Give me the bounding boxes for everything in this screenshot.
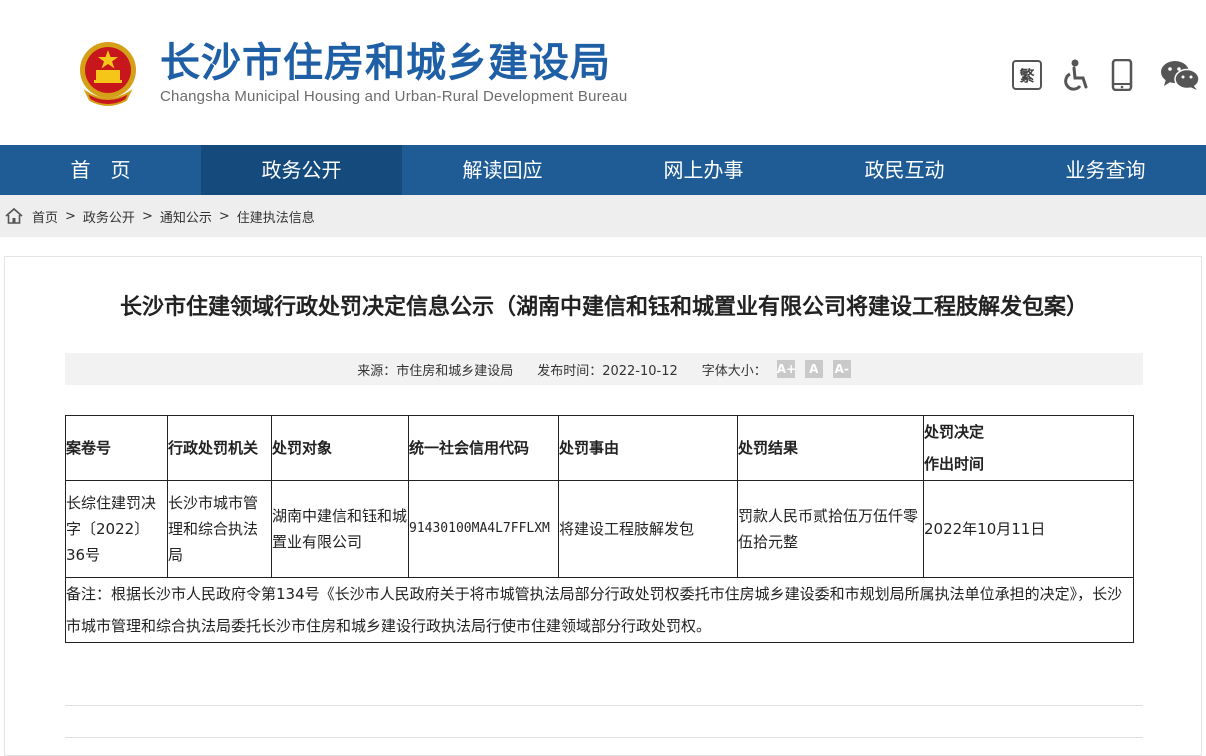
- traditional-chinese-icon[interactable]: 繁: [1012, 60, 1042, 90]
- cell-target: 湖南中建信和钰和城置业有限公司: [271, 480, 409, 578]
- font-size-decrease-button[interactable]: A-: [832, 360, 851, 378]
- font-size-label: 字体大小：: [701, 363, 767, 379]
- header-credit-code: 统一社会信用代码: [408, 415, 559, 481]
- article-publish-time: 发布时间：2022-10-12: [537, 363, 678, 379]
- header-reason: 处罚事由: [558, 415, 738, 481]
- breadcrumb-home[interactable]: 首页: [32, 207, 58, 226]
- breadcrumb: 首页 > 政务公开 > 通知公示 > 住建执法信息: [0, 195, 1206, 237]
- breadcrumb-separator: >: [218, 208, 230, 224]
- main-nav: 首 页 政务公开 解读回应 网上办事 政民互动 业务查询: [0, 145, 1206, 195]
- breadcrumb-notices[interactable]: 通知公示: [160, 207, 212, 226]
- font-size-increase-button[interactable]: A+: [776, 360, 796, 378]
- header-decision-date-line2: 作出时间: [924, 455, 985, 473]
- mobile-icon[interactable]: [1108, 58, 1136, 92]
- nav-item-public-interaction[interactable]: 政民互动: [804, 145, 1005, 195]
- divider: [65, 705, 1143, 706]
- table-row: 长综住建罚决字〔2022〕36号 长沙市城市管理和综合执法局 湖南中建信和钰和城…: [65, 480, 1134, 578]
- breadcrumb-enforcement-info[interactable]: 住建执法信息: [237, 207, 315, 226]
- article-meta-bar: 来源：市住房和城乡建设局 发布时间：2022-10-12 字体大小： A+ A …: [65, 353, 1143, 385]
- site-header: 长沙市住房和城乡建设局 Changsha Municipal Housing a…: [0, 0, 1206, 145]
- table-header-row: 案卷号 行政处罚机关 处罚对象 统一社会信用代码 处罚事由 处罚结果 处罚决定 …: [65, 415, 1134, 481]
- font-size-normal-button[interactable]: A: [804, 360, 823, 378]
- cell-case-no: 长综住建罚决字〔2022〕36号: [65, 480, 168, 578]
- cell-note: 备注：根据长沙市人民政府令第134号《长沙市人民政府关于将市城管执法局部分行政处…: [65, 577, 1134, 643]
- home-icon[interactable]: [4, 207, 24, 225]
- header-decision-date-line1: 处罚决定: [924, 423, 985, 441]
- article-container: 长沙市住建领域行政处罚决定信息公示（湖南中建信和钰和城置业有限公司将建设工程肢解…: [4, 256, 1202, 756]
- header-result: 处罚结果: [737, 415, 924, 481]
- divider: [65, 737, 1143, 738]
- cell-decision-date: 2022年10月11日: [923, 480, 1134, 578]
- breadcrumb-separator: >: [65, 208, 76, 224]
- header-target: 处罚对象: [271, 415, 409, 481]
- nav-item-interpretation[interactable]: 解读回应: [402, 145, 603, 195]
- site-subtitle: Changsha Municipal Housing and Urban-Rur…: [160, 88, 628, 105]
- nav-item-government-affairs[interactable]: 政务公开: [201, 145, 402, 195]
- nav-item-online-services[interactable]: 网上办事: [603, 145, 804, 195]
- cell-authority: 长沙市城市管理和综合执法局: [167, 480, 272, 578]
- header-decision-date: 处罚决定 作出时间: [923, 415, 1134, 481]
- article-title: 长沙市住建领域行政处罚决定信息公示（湖南中建信和钰和城置业有限公司将建设工程肢解…: [119, 295, 1088, 320]
- penalty-info-table: 案卷号 行政处罚机关 处罚对象 统一社会信用代码 处罚事由 处罚结果 处罚决定 …: [65, 415, 1134, 643]
- article-source: 来源：市住房和城乡建设局: [357, 363, 514, 379]
- header-case-no: 案卷号: [65, 415, 168, 481]
- wechat-icon[interactable]: [1160, 58, 1200, 92]
- nav-item-business-query[interactable]: 业务查询: [1005, 145, 1206, 195]
- breadcrumb-government-affairs[interactable]: 政务公开: [83, 207, 135, 226]
- site-title: 长沙市住房和城乡建设局: [160, 40, 611, 86]
- cell-result: 罚款人民币贰拾伍万伍仟零伍拾元整: [737, 480, 924, 578]
- national-emblem-icon[interactable]: [76, 40, 140, 108]
- cell-credit-code: 91430100MA4L7FFLXM: [408, 480, 559, 578]
- breadcrumb-separator: >: [141, 208, 153, 224]
- accessibility-icon[interactable]: [1060, 58, 1092, 92]
- table-note-row: 备注：根据长沙市人民政府令第134号《长沙市人民政府关于将市城管执法局部分行政处…: [65, 577, 1134, 643]
- header-authority: 行政处罚机关: [167, 415, 272, 481]
- nav-item-home[interactable]: 首 页: [0, 145, 201, 195]
- cell-reason: 将建设工程肢解发包: [558, 480, 738, 578]
